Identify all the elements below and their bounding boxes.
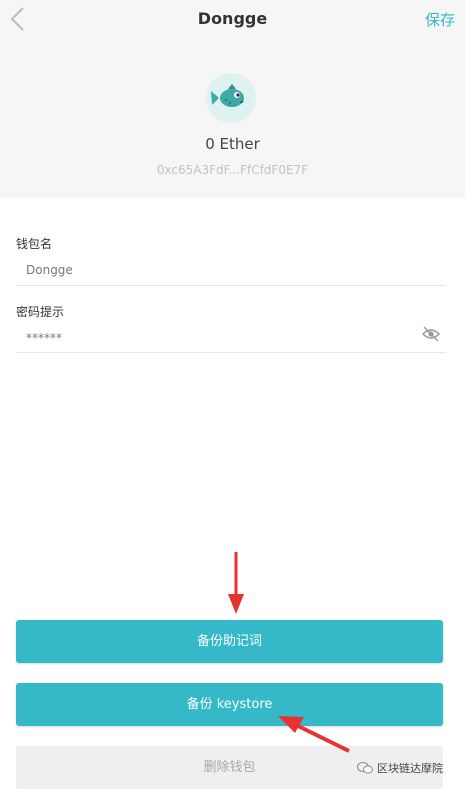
eye-hidden-icon[interactable] — [422, 326, 440, 342]
wallet-header: Dongge 保存 0 Ether 0xc65A3FdF...FfCfdF0E7… — [0, 0, 465, 198]
fish-avatar-icon — [211, 84, 244, 107]
wallet-address: 0xc65A3FdF...FfCfdF0E7F — [156, 163, 309, 177]
password-hint-input[interactable]: ****** — [26, 331, 62, 345]
wallet-name-label: 钱包名 — [16, 237, 53, 251]
save-button[interactable]: 保存 — [425, 9, 455, 30]
wallet-balance: 0 Ether — [205, 135, 260, 153]
watermark: 区块链达摩院 — [357, 760, 443, 776]
backup-mnemonic-button[interactable]: 备份助记词 — [16, 620, 443, 663]
divider — [16, 285, 446, 286]
watermark-text: 区块链达摩院 — [377, 762, 443, 775]
backup-keystore-button[interactable]: 备份 keystore — [16, 683, 443, 726]
wallet-name-input[interactable]: Dongge — [26, 263, 73, 277]
wallet-avatar — [206, 73, 256, 123]
divider — [16, 352, 446, 353]
password-hint-label: 密码提示 — [16, 305, 65, 319]
page-title: Dongge — [197, 9, 268, 28]
wechat-icon — [357, 762, 373, 774]
